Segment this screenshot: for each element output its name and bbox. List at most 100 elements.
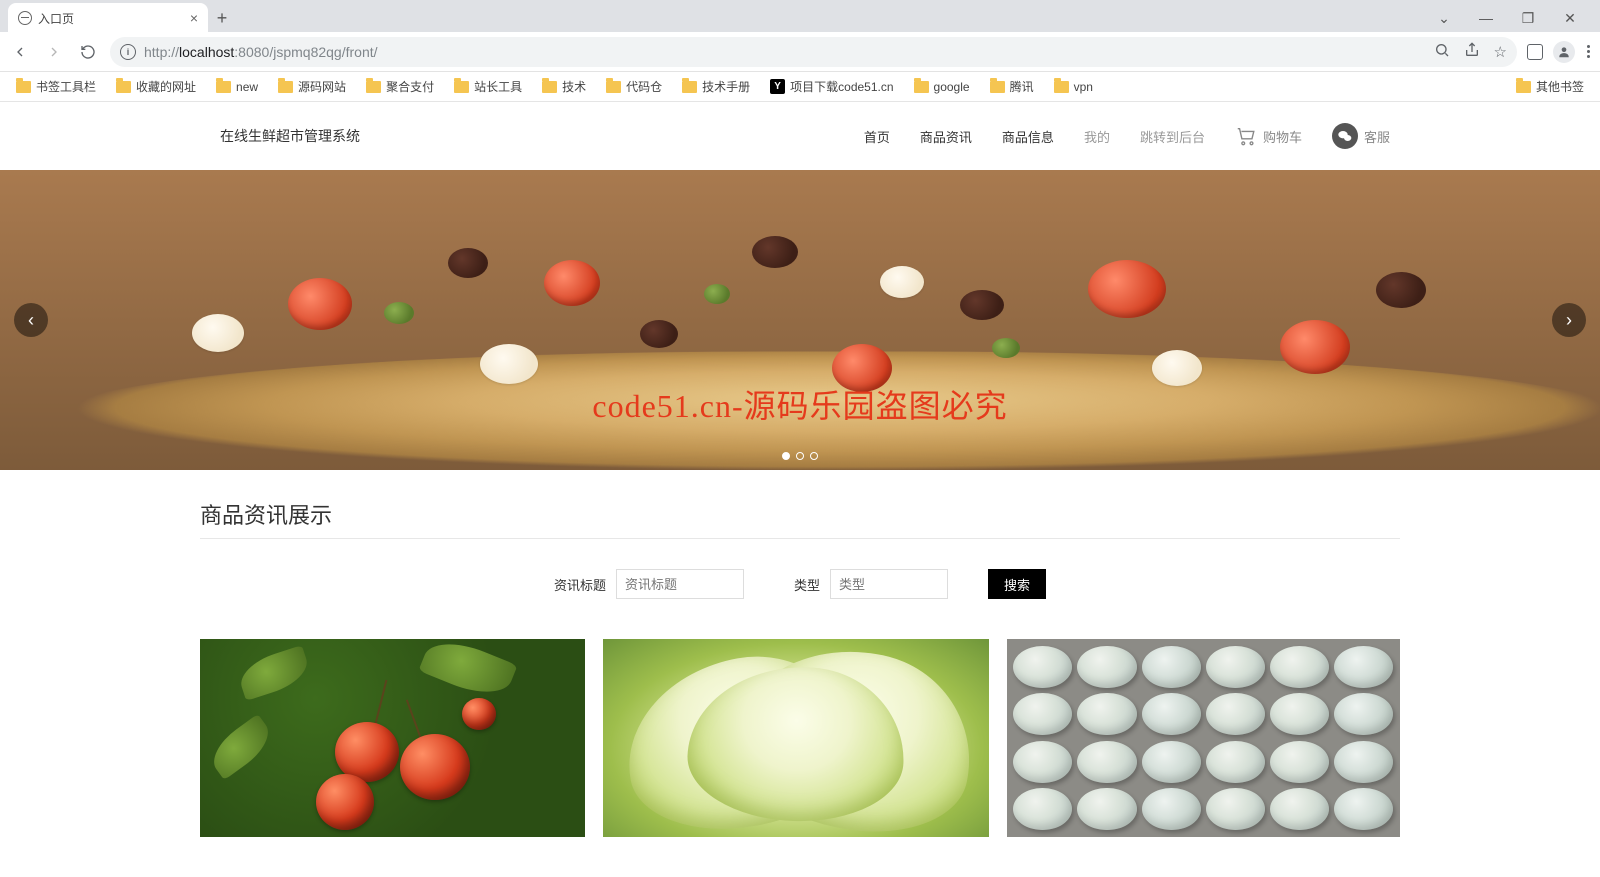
bookmark-item[interactable]: vpn (1048, 77, 1099, 97)
egg-icon (1206, 788, 1265, 830)
tab-close-icon[interactable]: × (190, 10, 198, 26)
window-controls: ⌄ — ❐ ✕ (1432, 10, 1592, 27)
carousel-next-button[interactable]: › (1552, 303, 1586, 337)
folder-icon (116, 81, 131, 93)
bookmark-label: 书签工具栏 (36, 78, 96, 95)
search-title-label: 资讯标题 (554, 575, 606, 594)
search-title-input[interactable] (616, 569, 744, 599)
bookmark-item[interactable]: 技术手册 (676, 75, 756, 98)
product-card[interactable] (200, 639, 585, 837)
bookmark-item[interactable]: 代码仓 (600, 75, 668, 98)
bookmark-star-icon[interactable]: ☆ (1494, 43, 1507, 61)
window-close-icon[interactable]: ✕ (1558, 10, 1582, 27)
search-row: 资讯标题 类型 搜索 (200, 569, 1400, 599)
folder-icon (454, 81, 469, 93)
site-info-icon[interactable]: i (120, 44, 136, 60)
carousel-dot[interactable] (810, 452, 818, 460)
site-icon: Y (770, 79, 785, 94)
bookmark-item[interactable]: 聚合支付 (360, 75, 440, 98)
carousel-dot[interactable] (782, 452, 790, 460)
egg-icon (1077, 646, 1136, 688)
window-dropdown-icon[interactable]: ⌄ (1432, 10, 1456, 27)
folder-icon (278, 81, 293, 93)
nav-link[interactable]: 首页 (864, 127, 890, 146)
bookmark-label: 收藏的网址 (136, 78, 196, 95)
cart-link[interactable]: 购物车 (1235, 125, 1302, 147)
bookmark-item[interactable]: 源码网站 (272, 75, 352, 98)
new-tab-button[interactable]: + (208, 8, 236, 29)
folder-icon (606, 81, 621, 93)
folder-icon (1516, 81, 1531, 93)
egg-icon (1013, 693, 1072, 735)
egg-icon (1270, 693, 1329, 735)
bookmark-item[interactable]: google (908, 77, 976, 97)
bookmark-item[interactable]: Y项目下载code51.cn (764, 75, 899, 98)
bookmark-label: google (934, 80, 970, 94)
site-brand: 在线生鲜超市管理系统 (200, 126, 360, 146)
egg-icon (1270, 741, 1329, 783)
egg-icon (1206, 646, 1265, 688)
search-lens-icon[interactable] (1434, 42, 1450, 62)
egg-icon (1334, 741, 1393, 783)
window-minimize-icon[interactable]: — (1474, 10, 1498, 27)
profile-avatar-icon[interactable] (1553, 41, 1575, 63)
service-link[interactable]: 客服 (1332, 123, 1390, 149)
cart-icon (1235, 125, 1257, 147)
bookmark-label: vpn (1074, 80, 1093, 94)
bookmark-item[interactable]: 腾讯 (984, 75, 1040, 98)
watermark-text: code51.cn-源码乐园盗图必究 (592, 381, 1007, 427)
folder-icon (366, 81, 381, 93)
egg-icon (1270, 788, 1329, 830)
back-button[interactable] (8, 40, 32, 64)
browser-toolbar: i http://localhost:8080/jspmq82qg/front/… (0, 32, 1600, 72)
reload-button[interactable] (76, 40, 100, 64)
carousel-dot[interactable] (796, 452, 804, 460)
bookmark-label: 其他书签 (1536, 78, 1584, 95)
search-type-input[interactable] (830, 569, 948, 599)
nav-link[interactable]: 跳转到后台 (1140, 127, 1205, 146)
address-bar[interactable]: i http://localhost:8080/jspmq82qg/front/… (110, 37, 1517, 67)
extensions-icon[interactable] (1527, 44, 1543, 60)
window-maximize-icon[interactable]: ❐ (1516, 10, 1540, 27)
browser-tab[interactable]: 入口页 × (8, 3, 208, 33)
bookmark-item[interactable]: new (210, 77, 264, 97)
tab-title: 入口页 (38, 10, 184, 27)
bookmarks-bar: 书签工具栏 收藏的网址 new 源码网站聚合支付站长工具技术代码仓 技术手册 Y项目下载c… (0, 72, 1600, 102)
bookmark-item[interactable]: 站长工具 (448, 75, 528, 98)
site-nav: 首页 商品资讯 商品信息 我的 跳转到后台 购物车 客服 (864, 123, 1400, 149)
egg-icon (1013, 788, 1072, 830)
egg-icon (1013, 741, 1072, 783)
url-text: http://localhost:8080/jspmq82qg/front/ (144, 44, 1426, 60)
chrome-menu-icon[interactable] (1585, 43, 1592, 60)
folder-icon (216, 81, 231, 93)
egg-icon (1077, 788, 1136, 830)
folder-icon (16, 81, 31, 93)
carousel-prev-button[interactable]: ‹ (14, 303, 48, 337)
nav-link[interactable]: 我的 (1084, 127, 1110, 146)
bookmark-item[interactable]: 收藏的网址 (110, 75, 202, 98)
egg-icon (1142, 788, 1201, 830)
forward-button[interactable] (42, 40, 66, 64)
news-section: 商品资讯展示 资讯标题 类型 搜索 (200, 470, 1400, 877)
folder-icon (990, 81, 1005, 93)
carousel-dots (782, 452, 818, 460)
search-button[interactable]: 搜索 (988, 569, 1046, 599)
product-card-grid (200, 639, 1400, 837)
tab-strip: 入口页 × + ⌄ — ❐ ✕ (0, 0, 1600, 32)
egg-icon (1142, 646, 1201, 688)
egg-icon (1077, 741, 1136, 783)
egg-icon (1013, 646, 1072, 688)
wechat-icon (1332, 123, 1358, 149)
bookmark-item[interactable]: 技术 (536, 75, 592, 98)
browser-chrome: 入口页 × + ⌄ — ❐ ✕ i http://localhost:8080/… (0, 0, 1600, 102)
bookmark-other[interactable]: 其他书签 (1510, 75, 1590, 98)
product-card[interactable] (1007, 639, 1400, 837)
bookmark-label: 技术手册 (702, 78, 750, 95)
nav-link[interactable]: 商品信息 (1002, 127, 1054, 146)
product-card[interactable] (603, 639, 988, 837)
nav-link[interactable]: 商品资讯 (920, 127, 972, 146)
globe-icon (18, 11, 32, 25)
folder-icon (914, 81, 929, 93)
bookmark-item[interactable]: 书签工具栏 (10, 75, 102, 98)
share-icon[interactable] (1464, 42, 1480, 62)
